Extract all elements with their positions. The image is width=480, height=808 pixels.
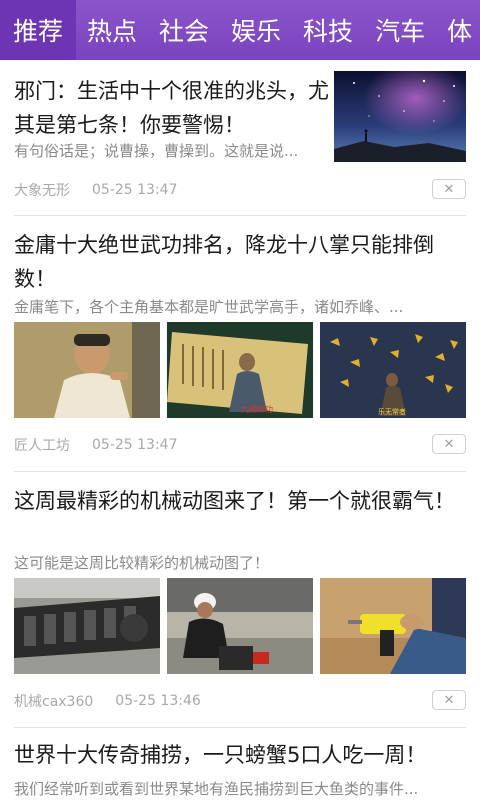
article-title[interactable]: 金庸十大绝世武功排名，降龙十八掌只能排倒数！	[14, 228, 466, 296]
article-summary: 这可能是这周比较精彩的机械动图了！	[14, 554, 270, 572]
channel-tab-bar: 推荐 热点 社会 娱乐 科技 汽车 体	[0, 0, 480, 60]
dismiss-button[interactable]: ✕	[432, 690, 466, 710]
article-thumbnail-drill[interactable]	[320, 578, 466, 674]
article-summary: 有句俗话是；说曹操，曹操到。这就是说...	[14, 142, 299, 160]
article-card[interactable]: 邪门：生活中十个很准的兆头，尤其是第七条！你要警惕！ 有句俗话是；说曹操，曹操到…	[14, 60, 466, 216]
article-thumbnail-golden-leaves[interactable]: 乐无常者	[320, 322, 466, 418]
article-thumbnail-scroll-scene[interactable]: 九阴神功	[167, 322, 313, 418]
dismiss-button[interactable]: ✕	[432, 434, 466, 454]
caption-text: 九阴神功	[241, 404, 273, 414]
caption-text: 乐无常者	[378, 407, 406, 416]
dismiss-button[interactable]: ✕	[432, 179, 466, 199]
article-card[interactable]: 金庸十大绝世武功排名，降龙十八掌只能排倒数！ 金庸笔下，各个主角基本都是旷世武学…	[14, 216, 466, 472]
tab-hot[interactable]: 热点	[76, 0, 148, 60]
tab-auto[interactable]: 汽车	[364, 0, 436, 60]
article-summary: 我们经常听到或看到世界某地有渔民捕捞到巨大鱼类的事件...	[14, 780, 419, 798]
article-card[interactable]: 这周最精彩的机械动图来了！第一个就很霸气！ 这可能是这周比较精彩的机械动图了！	[14, 472, 466, 728]
article-title[interactable]: 邪门：生活中十个很准的兆头，尤其是第七条！你要警惕！	[14, 74, 330, 142]
article-meta: 大象无形 05-25 13:47 ✕	[14, 179, 466, 201]
article-thumbnail-machine-track[interactable]	[14, 578, 160, 674]
article-image-row: 九阴神功 乐无常者	[14, 322, 466, 418]
article-thumbnail-starry-sky[interactable]	[334, 71, 466, 162]
article-title[interactable]: 这周最精彩的机械动图来了！第一个就很霸气！	[14, 484, 466, 518]
tab-society[interactable]: 社会	[148, 0, 220, 60]
article-meta: 匠人工坊 05-25 13:47 ✕	[14, 434, 466, 456]
tab-entertainment[interactable]: 娱乐	[220, 0, 292, 60]
article-source[interactable]: 匠人工坊	[14, 435, 70, 455]
article-title[interactable]: 世界十大传奇捕捞，一只螃蟹5口人吃一周！	[14, 738, 466, 772]
tab-sports-partial[interactable]: 体	[436, 0, 480, 60]
article-time: 05-25 13:46	[115, 693, 201, 709]
article-source[interactable]: 大象无形	[14, 180, 70, 200]
article-thumbnail-worker[interactable]	[167, 578, 313, 674]
article-time: 05-25 13:47	[92, 437, 178, 453]
tab-recommended[interactable]: 推荐	[0, 0, 76, 60]
article-source[interactable]: 机械cax360	[14, 691, 93, 711]
news-feed[interactable]: 邪门：生活中十个很准的兆头，尤其是第七条！你要警惕！ 有句俗话是；说曹操，曹操到…	[0, 60, 480, 808]
article-image-row	[14, 578, 466, 674]
article-time: 05-25 13:47	[92, 182, 178, 198]
article-thumbnail-martial-artist[interactable]	[14, 322, 160, 418]
tab-tech[interactable]: 科技	[292, 0, 364, 60]
article-summary: 金庸笔下，各个主角基本都是旷世武学高手，诸如乔峰、...	[14, 298, 404, 316]
article-meta: 机械cax360 05-25 13:46 ✕	[14, 690, 466, 712]
article-card[interactable]: 世界十大传奇捕捞，一只螃蟹5口人吃一周！ 我们经常听到或看到世界某地有渔民捕捞到…	[14, 728, 466, 808]
